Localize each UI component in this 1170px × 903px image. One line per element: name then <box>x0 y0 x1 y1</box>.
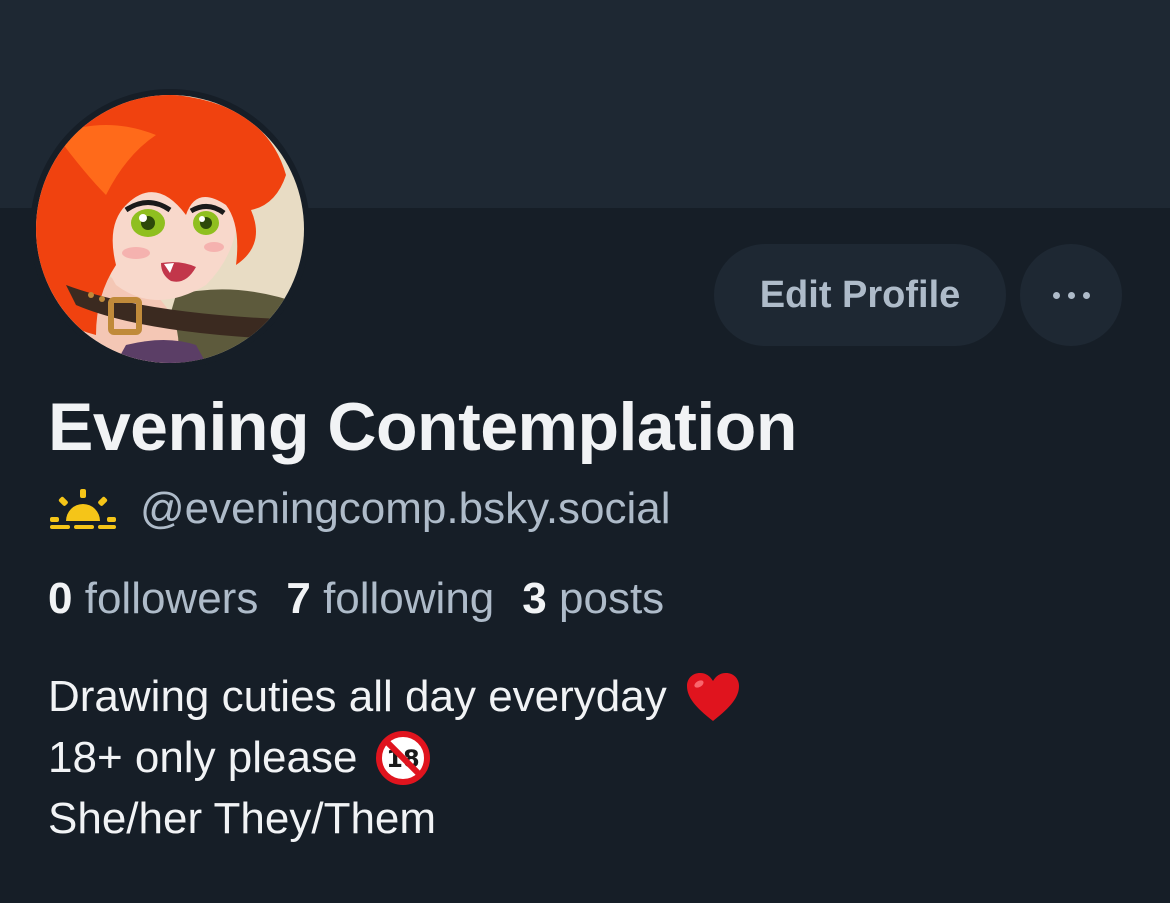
posts-stat: 3 posts <box>522 574 664 624</box>
following-label: following <box>323 574 495 623</box>
posts-label: posts <box>559 574 665 623</box>
more-options-icon <box>1052 291 1090 299</box>
bio-line: Drawing cuties all day everyday <box>48 666 741 727</box>
edit-profile-button[interactable]: Edit Profile <box>714 244 1006 346</box>
followers-stat[interactable]: 0 followers <box>48 574 258 624</box>
bio-line-1: Drawing cuties all day everyday <box>48 672 667 721</box>
followers-count: 0 <box>48 574 73 623</box>
bio-line: She/her They/Them <box>48 788 741 849</box>
bio-line-2: 18+ only please <box>48 733 358 782</box>
handle-row: @eveningcomp.bsky.social <box>48 484 671 534</box>
following-stat[interactable]: 7 following <box>286 574 494 624</box>
followers-label: followers <box>84 574 259 623</box>
more-options-button[interactable] <box>1020 244 1122 346</box>
avatar-illustration <box>36 95 304 363</box>
heart-icon <box>686 672 739 721</box>
no-under-18-icon: 18 <box>376 730 431 785</box>
posts-count: 3 <box>522 574 547 623</box>
display-name: Evening Contemplation <box>48 389 797 465</box>
bio-line: 18+ only please 18 <box>48 727 741 788</box>
handle[interactable]: @eveningcomp.bsky.social <box>140 484 671 534</box>
profile-stats: 0 followers 7 following 3 posts <box>48 574 664 624</box>
avatar[interactable] <box>30 89 310 369</box>
bio-line-3: She/her They/Them <box>48 794 437 843</box>
sunrise-icon <box>50 489 116 529</box>
following-count: 7 <box>286 574 311 623</box>
profile-bio: Drawing cuties all day everyday 18+ only… <box>48 666 741 849</box>
